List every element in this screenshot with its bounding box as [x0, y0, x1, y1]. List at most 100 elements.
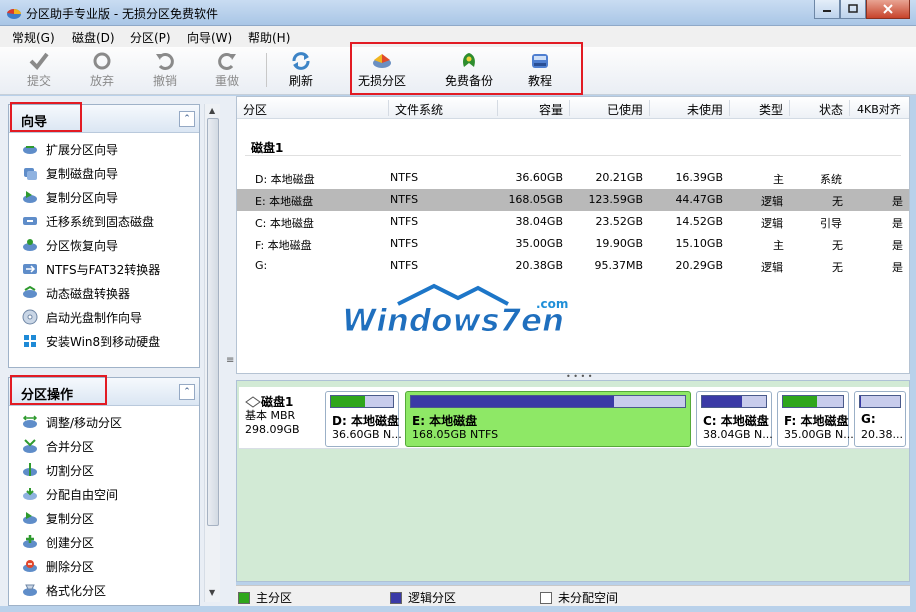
legend-logical-label: 逻辑分区 [408, 591, 457, 605]
table-row[interactable]: C: 本地磁盘 NTFS 38.04GB 23.52GB 14.52GB 逻辑 … [237, 211, 909, 233]
delete-partition-icon [23, 560, 37, 572]
cell-align: 是 [892, 239, 903, 252]
column-separator [789, 100, 790, 116]
partition-block-g[interactable]: G: 20.38... [854, 391, 906, 447]
cell-capacity: 36.60GB [515, 171, 563, 184]
merge-partition-icon [23, 439, 37, 453]
wizard-item[interactable]: 复制磁盘向导 [9, 161, 199, 185]
disk-info[interactable]: 磁盘1 基本 MBR 298.09GB [245, 395, 300, 437]
partition-block-c[interactable]: C: 本地磁盘 38.04GB N... [696, 391, 773, 447]
partition-name: D: 本地磁盘 [332, 414, 399, 428]
table-row-selected[interactable]: E: 本地磁盘 NTFS 168.05GB 123.59GB 44.47GB 逻… [237, 189, 909, 211]
partition-op-item[interactable]: 格式化分区 [9, 578, 199, 602]
menu-general[interactable]: 常规(G) [12, 29, 55, 46]
wizard-item-label: NTFS与FAT32转换器 [46, 262, 161, 277]
table-row[interactable]: G: NTFS 20.38GB 95.37MB 20.29GB 逻辑 无 是 [237, 255, 909, 277]
partition-block-f[interactable]: F: 本地磁盘 35.00GB N... [777, 391, 854, 447]
dynamic-disk-converter-icon [23, 285, 37, 298]
partition-op-label: 调整/移动分区 [46, 415, 123, 430]
wizard-item[interactable]: 动态磁盘转换器 [9, 281, 199, 305]
partition-op-item[interactable]: 切割分区 [9, 458, 199, 482]
undo-button[interactable]: 撤销 [138, 49, 192, 91]
usage-bar [701, 395, 767, 408]
wizard-item[interactable]: 分区恢复向导 [9, 233, 199, 257]
col-capacity[interactable]: 容量 [539, 101, 563, 118]
col-type[interactable]: 类型 [759, 101, 783, 118]
cell-type: 逻辑 [761, 261, 783, 274]
toolbar-highlight-box [350, 42, 583, 95]
wizard-item[interactable]: 迁移系统到固态磁盘 [9, 209, 199, 233]
cell-status: 无 [832, 261, 843, 274]
usage-bar-fill [783, 396, 817, 407]
menu-wizard[interactable]: 向导(W) [187, 29, 232, 46]
partition-op-item[interactable]: 合并分区 [9, 434, 199, 458]
resize-partition-icon [22, 415, 38, 428]
cell-partition: G: [255, 259, 268, 272]
col-used[interactable]: 已使用 [607, 101, 643, 118]
wizard-item[interactable]: 启动光盘制作向导 [9, 305, 199, 329]
table-row[interactable]: D: 本地磁盘 NTFS 36.60GB 20.21GB 16.39GB 主 系… [237, 167, 909, 189]
column-separator [649, 100, 650, 116]
wizard-item[interactable]: 安装Win8到移动硬盘 [9, 329, 199, 353]
partition-op-item[interactable]: 分配自由空间 [9, 482, 199, 506]
wizard-section: 向导 ⌃ 扩展分区向导 复制磁盘向导 复制分区向导 迁移系统到固态磁盘 分区恢复… [8, 104, 200, 368]
wizard-item-label: 复制分区向导 [46, 190, 119, 205]
wizard-item[interactable]: 复制分区向导 [9, 185, 199, 209]
menu-help[interactable]: 帮助(H) [248, 29, 290, 46]
col-partition[interactable]: 分区 [243, 101, 267, 118]
left-panel: 向导 ⌃ 扩展分区向导 复制磁盘向导 复制分区向导 迁移系统到固态磁盘 分区恢复… [0, 96, 222, 606]
refresh-button[interactable]: 刷新 [274, 49, 328, 91]
col-free[interactable]: 未使用 [687, 101, 723, 118]
watermark-com-text: .com [536, 297, 568, 311]
wizard-item[interactable]: 扩展分区向导 [9, 137, 199, 161]
column-separator [569, 100, 570, 116]
menu-disk[interactable]: 磁盘(D) [72, 29, 115, 46]
partition-block-d[interactable]: D: 本地磁盘 36.60GB N... [325, 391, 402, 447]
close-button[interactable] [866, 0, 910, 19]
cell-capacity: 168.05GB [508, 193, 563, 206]
partition-op-item[interactable]: 删除分区 [9, 554, 199, 578]
partition-block-e-selected[interactable]: E: 本地磁盘 168.05GB NTFS [405, 391, 691, 447]
cell-capacity: 20.38GB [515, 259, 563, 272]
unallocated-swatch-icon [540, 591, 552, 604]
cell-used: 20.21GB [595, 171, 643, 184]
wizard-item[interactable]: NTFS与FAT32转换器 [9, 257, 199, 281]
col-4k-align[interactable]: 4KB对齐 [857, 101, 901, 117]
minimize-button[interactable] [814, 0, 840, 19]
table-row[interactable]: F: 本地磁盘 NTFS 35.00GB 19.90GB 15.10GB 主 无… [237, 233, 909, 255]
wizard-title-highlight-box [10, 102, 82, 132]
maximize-button[interactable] [840, 0, 866, 19]
commit-button[interactable]: 提交 [12, 49, 66, 91]
cell-status: 引导 [820, 217, 842, 230]
col-filesystem[interactable]: 文件系统 [395, 101, 443, 118]
legend-primary: 主分区 [238, 589, 292, 606]
left-panel-scrollbar[interactable]: ▲ ▼ [204, 104, 220, 602]
partition-ops-section: 分区操作 ⌃ 调整/移动分区 合并分区 切割分区 分配自由空间 复制分区 创建分… [8, 377, 200, 606]
disk-size: 298.09GB [245, 423, 300, 436]
scroll-down-arrow-icon[interactable]: ▼ [209, 588, 215, 597]
cell-used: 95.37MB [594, 259, 643, 272]
partition-op-item[interactable]: 调整/移动分区 [9, 410, 199, 434]
scroll-up-arrow-icon[interactable]: ▲ [209, 106, 215, 115]
vertical-splitter[interactable]: ≡ [222, 96, 236, 606]
scrollbar-thumb[interactable] [207, 118, 219, 526]
col-status[interactable]: 状态 [819, 101, 843, 118]
refresh-icon [292, 52, 310, 70]
cell-fs: NTFS [390, 215, 419, 228]
redo-button[interactable]: 重做 [200, 49, 254, 91]
usage-bar-fill [702, 396, 742, 407]
partition-name: G: [861, 412, 876, 426]
column-separator [388, 100, 389, 116]
collapse-up-icon[interactable]: ⌃ [179, 384, 195, 400]
partition-op-item[interactable]: 复制分区 [9, 506, 199, 530]
discard-button[interactable]: 放弃 [75, 49, 129, 91]
cell-fs: NTFS [390, 237, 419, 250]
logical-swatch-icon [390, 591, 402, 604]
collapse-up-icon[interactable]: ⌃ [179, 111, 195, 127]
create-partition-icon [23, 535, 37, 548]
primary-swatch-icon [238, 591, 250, 604]
partition-op-item[interactable]: 创建分区 [9, 530, 199, 554]
allocate-space-icon [23, 488, 37, 500]
minimize-icon [823, 10, 831, 12]
menu-partition[interactable]: 分区(P) [130, 29, 171, 46]
